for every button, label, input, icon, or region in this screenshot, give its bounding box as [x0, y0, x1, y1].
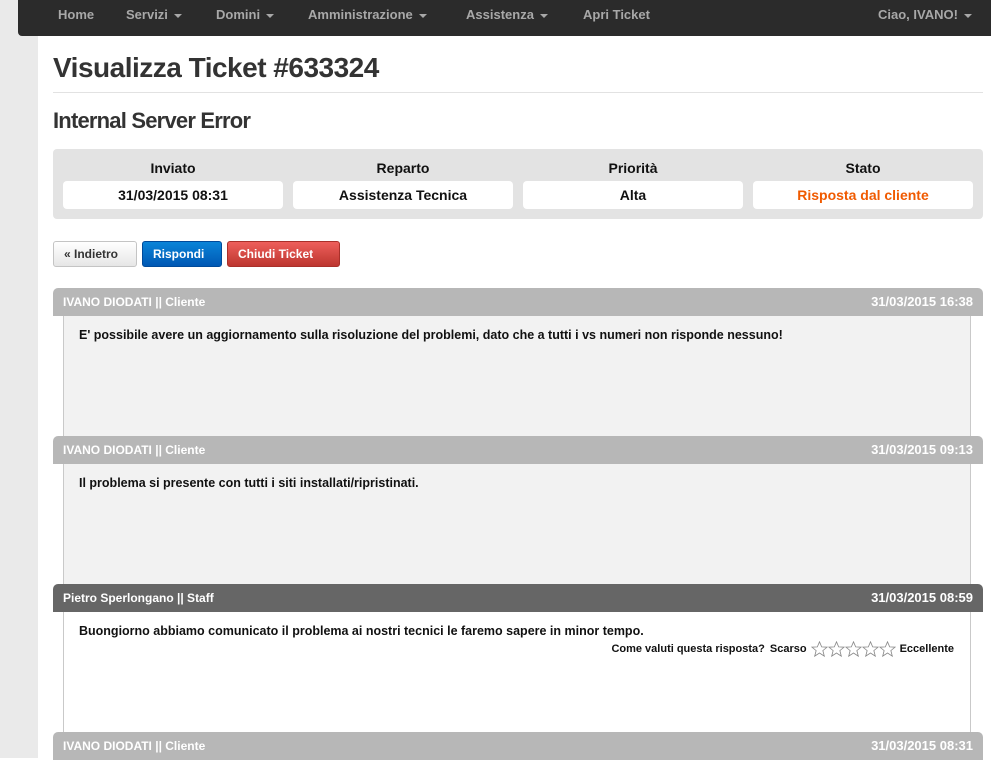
reply-author: Pietro Sperlongano || Staff: [63, 591, 214, 605]
top-navbar: Home Servizi Domini Amministrazione Assi…: [18, 0, 991, 36]
chevron-down-icon: [173, 13, 182, 18]
chevron-down-icon: [418, 13, 427, 18]
nav-domini[interactable]: Domini: [216, 0, 275, 32]
nav-user-label: Ciao, IVANO!: [878, 7, 958, 22]
chevron-down-icon: [266, 13, 275, 18]
nav-amministrazione[interactable]: Amministrazione: [308, 0, 427, 32]
info-inviato-value: 31/03/2015 08:31: [63, 181, 283, 209]
star-icon[interactable]: [861, 641, 879, 657]
reply-author: IVANO DIODATI || Cliente: [63, 443, 206, 457]
ticket-subject: Internal Server Error: [53, 108, 251, 133]
reply-header: Pietro Sperlongano || Staff 31/03/2015 0…: [53, 584, 983, 612]
star-icon[interactable]: [827, 641, 845, 657]
rating-low-label: Scarso: [769, 643, 807, 655]
info-reparto-value: Assistenza Tecnica: [293, 181, 513, 209]
nav-domini-label: Domini: [216, 7, 261, 22]
info-priorita-value: Alta: [523, 181, 743, 209]
reply-body: Il problema si presente con tutti i siti…: [63, 464, 971, 584]
title-divider: [53, 92, 983, 93]
rating-question: Come valuti questa risposta?: [611, 643, 765, 655]
star-icon[interactable]: [878, 641, 896, 657]
reply-text: E' possibile avere un aggiornamento sull…: [79, 328, 783, 342]
reply-date: 31/03/2015 16:38: [871, 294, 973, 309]
main-content: Visualizza Ticket #633324 Internal Serve…: [38, 36, 991, 760]
reply-author: IVANO DIODATI || Cliente: [63, 295, 206, 309]
info-stato-label: Stato: [845, 160, 881, 176]
page-title: Visualizza Ticket #633324: [53, 52, 379, 83]
info-inviato-label: Inviato: [150, 160, 196, 176]
close-ticket-button[interactable]: Chiudi Ticket: [227, 241, 340, 267]
ticket-info-panel: Inviato 31/03/2015 08:31 Reparto Assiste…: [53, 149, 983, 219]
nav-assistenza[interactable]: Assistenza: [466, 0, 548, 32]
nav-servizi[interactable]: Servizi: [126, 0, 182, 32]
reply-body: E' possibile avere un aggiornamento sull…: [63, 316, 971, 436]
reply-author: IVANO DIODATI || Cliente: [63, 739, 206, 753]
reply-button[interactable]: Rispondi: [142, 241, 222, 267]
chevron-down-icon: [963, 13, 972, 18]
reply-date: 31/03/2015 08:59: [871, 590, 973, 605]
nav-apri-ticket[interactable]: Apri Ticket: [583, 0, 650, 32]
nav-assistenza-label: Assistenza: [466, 7, 534, 22]
reply-header: IVANO DIODATI || Cliente 31/03/2015 09:1…: [53, 436, 983, 464]
chevron-down-icon: [539, 13, 548, 18]
rating-stars: [810, 641, 896, 657]
left-gutter: [0, 0, 38, 758]
star-icon[interactable]: [810, 641, 828, 657]
reply-rating: Come valuti questa risposta? Scarso Ecce…: [611, 641, 954, 657]
back-button[interactable]: « Indietro: [53, 241, 137, 267]
info-reparto-label: Reparto: [376, 160, 430, 176]
reply-body: Buongiorno abbiamo comunicato il problem…: [63, 612, 971, 732]
nav-home[interactable]: Home: [58, 0, 94, 32]
reply-date: 31/03/2015 09:13: [871, 442, 973, 457]
reply-text: Buongiorno abbiamo comunicato il problem…: [79, 624, 644, 638]
reply-text: Il problema si presente con tutti i siti…: [79, 476, 419, 490]
star-icon[interactable]: [844, 641, 862, 657]
nav-servizi-label: Servizi: [126, 7, 168, 22]
info-priorita-label: Priorità: [608, 160, 658, 176]
reply-header: IVANO DIODATI || Cliente 31/03/2015 16:3…: [53, 288, 983, 316]
nav-amministrazione-label: Amministrazione: [308, 7, 413, 22]
reply-header: IVANO DIODATI || Cliente 31/03/2015 08:3…: [53, 732, 983, 760]
nav-user-menu[interactable]: Ciao, IVANO!: [878, 0, 972, 32]
status-badge: Risposta dal cliente: [753, 181, 973, 209]
reply-date: 31/03/2015 08:31: [871, 738, 973, 753]
rating-high-label: Eccellente: [899, 643, 954, 655]
